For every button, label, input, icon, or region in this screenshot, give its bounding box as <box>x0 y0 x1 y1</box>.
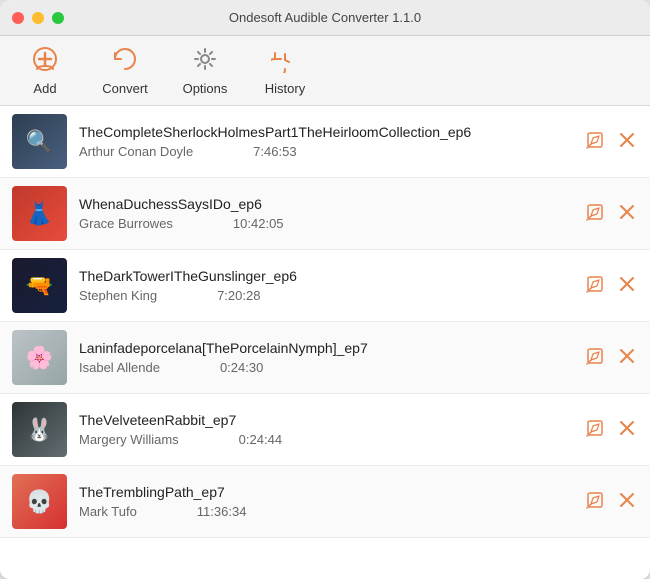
item-title: TheTremblingPath_ep7 <box>79 484 574 500</box>
item-info: Laninfadeporcelana[ThePorcelainNymph]_ep… <box>79 340 574 375</box>
item-meta: Arthur Conan Doyle 7:46:53 <box>79 144 574 159</box>
item-author: Grace Burrowes <box>79 216 173 231</box>
item-title: TheDarkTowerITheGunslinger_ep6 <box>79 268 574 284</box>
history-label: History <box>265 81 305 96</box>
item-author: Stephen King <box>79 288 157 303</box>
convert-label: Convert <box>102 81 148 96</box>
edit-button[interactable] <box>584 489 606 514</box>
minimize-button[interactable] <box>32 12 44 24</box>
item-title: Laninfadeporcelana[ThePorcelainNymph]_ep… <box>79 340 574 356</box>
history-toolbar-item[interactable]: History <box>260 45 310 96</box>
album-art: 🐰 <box>12 402 67 457</box>
list-item: 🔍 TheCompleteSherlockHolmesPart1TheHeirl… <box>0 106 650 178</box>
album-art: 🔫 <box>12 258 67 313</box>
options-label: Options <box>183 81 228 96</box>
delete-button[interactable] <box>616 273 638 298</box>
item-actions <box>584 417 638 442</box>
album-art: 🔍 <box>12 114 67 169</box>
list-item: 👗 WhenaDuchessSaysIDo_ep6 Grace Burrowes… <box>0 178 650 250</box>
close-button[interactable] <box>12 12 24 24</box>
item-meta: Mark Tufo 11:36:34 <box>79 504 574 519</box>
item-title: WhenaDuchessSaysIDo_ep6 <box>79 196 574 212</box>
options-toolbar-item[interactable]: Options <box>180 45 230 96</box>
edit-button[interactable] <box>584 129 606 154</box>
item-duration: 7:20:28 <box>217 288 260 303</box>
list-item: 🔫 TheDarkTowerITheGunslinger_ep6 Stephen… <box>0 250 650 322</box>
history-icon <box>271 45 299 77</box>
delete-button[interactable] <box>616 129 638 154</box>
list-item: 🌸 Laninfadeporcelana[ThePorcelainNymph]_… <box>0 322 650 394</box>
item-author: Arthur Conan Doyle <box>79 144 193 159</box>
item-duration: 7:46:53 <box>253 144 296 159</box>
item-meta: Stephen King 7:20:28 <box>79 288 574 303</box>
item-author: Mark Tufo <box>79 504 137 519</box>
item-duration: 10:42:05 <box>233 216 284 231</box>
item-duration: 0:24:30 <box>220 360 263 375</box>
add-icon <box>31 45 59 77</box>
album-art: 💀 <box>12 474 67 529</box>
delete-button[interactable] <box>616 345 638 370</box>
item-duration: 11:36:34 <box>197 504 247 519</box>
maximize-button[interactable] <box>52 12 64 24</box>
window-title: Ondesoft Audible Converter 1.1.0 <box>229 10 421 25</box>
delete-button[interactable] <box>616 417 638 442</box>
item-info: WhenaDuchessSaysIDo_ep6 Grace Burrowes 1… <box>79 196 574 231</box>
item-info: TheDarkTowerITheGunslinger_ep6 Stephen K… <box>79 268 574 303</box>
options-icon <box>191 45 219 77</box>
edit-button[interactable] <box>584 201 606 226</box>
edit-button[interactable] <box>584 345 606 370</box>
album-art: 👗 <box>12 186 67 241</box>
item-info: TheVelveteenRabbit_ep7 Margery Williams … <box>79 412 574 447</box>
item-info: TheTremblingPath_ep7 Mark Tufo 11:36:34 <box>79 484 574 519</box>
app-window: Ondesoft Audible Converter 1.1.0 Add Con… <box>0 0 650 579</box>
window-controls <box>12 12 64 24</box>
item-title: TheVelveteenRabbit_ep7 <box>79 412 574 428</box>
item-author: Isabel Allende <box>79 360 160 375</box>
item-info: TheCompleteSherlockHolmesPart1TheHeirloo… <box>79 124 574 159</box>
add-label: Add <box>33 81 56 96</box>
item-actions <box>584 201 638 226</box>
item-actions <box>584 129 638 154</box>
delete-button[interactable] <box>616 201 638 226</box>
item-author: Margery Williams <box>79 432 179 447</box>
item-actions <box>584 273 638 298</box>
content-list: 🔍 TheCompleteSherlockHolmesPart1TheHeirl… <box>0 106 650 579</box>
list-item: 🐰 TheVelveteenRabbit_ep7 Margery William… <box>0 394 650 466</box>
edit-button[interactable] <box>584 273 606 298</box>
edit-button[interactable] <box>584 417 606 442</box>
toolbar: Add Convert Options <box>0 36 650 106</box>
item-meta: Grace Burrowes 10:42:05 <box>79 216 574 231</box>
list-item: 💀 TheTremblingPath_ep7 Mark Tufo 11:36:3… <box>0 466 650 538</box>
item-meta: Isabel Allende 0:24:30 <box>79 360 574 375</box>
add-toolbar-item[interactable]: Add <box>20 45 70 96</box>
item-actions <box>584 345 638 370</box>
convert-toolbar-item[interactable]: Convert <box>100 45 150 96</box>
album-art: 🌸 <box>12 330 67 385</box>
title-bar: Ondesoft Audible Converter 1.1.0 <box>0 0 650 36</box>
delete-button[interactable] <box>616 489 638 514</box>
item-meta: Margery Williams 0:24:44 <box>79 432 574 447</box>
convert-icon <box>111 45 139 77</box>
item-duration: 0:24:44 <box>239 432 282 447</box>
item-title: TheCompleteSherlockHolmesPart1TheHeirloo… <box>79 124 574 140</box>
item-actions <box>584 489 638 514</box>
